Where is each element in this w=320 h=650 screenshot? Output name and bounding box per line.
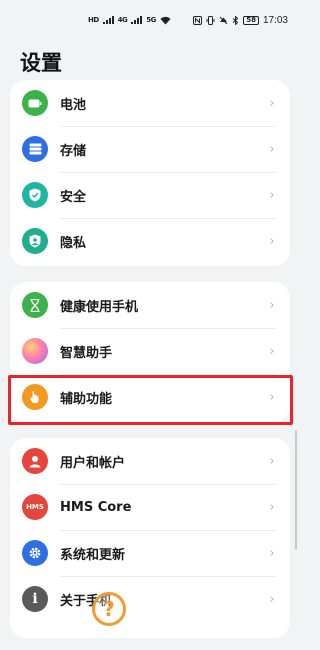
settings-item-label: 智慧助手 [60, 345, 113, 361]
help-button[interactable]: ? [92, 592, 126, 626]
chevron-right-icon: › [269, 297, 275, 313]
chevron-right-icon: › [269, 545, 275, 561]
status-left: HD 4G 5G [88, 16, 171, 25]
battery-icon [22, 90, 48, 116]
chevron-right-icon: › [269, 141, 275, 157]
status-right: 58 17:03 [193, 15, 288, 26]
storage-icon [22, 136, 48, 162]
settings-item-digital-balance[interactable]: 健康使用手机 › [10, 282, 290, 328]
settings-item-label: 安全 [60, 189, 87, 205]
settings-group-2: 健康使用手机 › 智慧助手 › 辅助功能 › [10, 282, 290, 422]
settings-item-storage[interactable]: 存储 › [10, 126, 290, 172]
chevron-right-icon: › [269, 95, 275, 111]
page-title: 设置 [20, 51, 62, 75]
mute-icon [219, 16, 228, 24]
chevron-right-icon: › [269, 453, 275, 469]
settings-item-system-update[interactable]: 系统和更新 › [10, 530, 290, 576]
settings-item-hms-core[interactable]: HMS HMS Core › [10, 484, 290, 530]
chevron-right-icon: › [269, 187, 275, 203]
bluetooth-icon [232, 15, 239, 25]
signal-icon [102, 16, 114, 24]
chevron-right-icon: › [269, 499, 275, 515]
settings-item-label: 系统和更新 [60, 547, 126, 563]
user-icon [22, 448, 48, 474]
settings-item-battery[interactable]: 电池 › [10, 80, 290, 126]
gear-icon [22, 540, 48, 566]
assistant-icon [22, 338, 48, 364]
settings-item-label: 健康使用手机 [60, 299, 139, 315]
hms-icon-text: HMS [26, 503, 44, 511]
settings-item-label: 电池 [60, 97, 87, 113]
settings-item-security[interactable]: 安全 › [10, 172, 290, 218]
battery-indicator: 58 [243, 15, 259, 25]
hand-icon [22, 384, 48, 410]
nfc-icon [193, 15, 203, 25]
settings-item-label: 隐私 [60, 235, 87, 251]
wifi-icon [160, 16, 171, 24]
hourglass-icon [22, 292, 48, 318]
settings-item-privacy[interactable]: 隐私 › [10, 218, 290, 264]
hms-icon: HMS [22, 494, 48, 520]
settings-group-3: 用户和帐户 › HMS HMS Core › 系统和更新 › i 关于手机 › [10, 438, 290, 638]
settings-item-label: 辅助功能 [60, 391, 113, 407]
vibrate-icon [206, 15, 215, 25]
chevron-right-icon: › [269, 389, 275, 405]
settings-item-users-accounts[interactable]: 用户和帐户 › [10, 438, 290, 484]
chevron-right-icon: › [269, 233, 275, 249]
status-bar: HD 4G 5G 58 17:03 [0, 0, 300, 40]
chevron-right-icon: › [269, 343, 275, 359]
settings-group-1: 电池 › 存储 › 安全 › 隐私 › [10, 80, 290, 266]
settings-item-label: HMS Core [60, 499, 132, 515]
settings-item-assistant[interactable]: 智慧助手 › [10, 328, 290, 374]
question-icon: ? [103, 597, 115, 621]
scrollbar[interactable] [295, 430, 297, 550]
hd-label: HD [88, 16, 99, 24]
network-5g-label: 5G [146, 16, 156, 24]
settings-item-label: 用户和帐户 [60, 455, 126, 471]
shield-icon [22, 182, 48, 208]
network-4g-label: 4G [117, 16, 128, 24]
signal-icon-2 [131, 16, 143, 24]
settings-item-accessibility[interactable]: 辅助功能 › [10, 374, 290, 420]
privacy-icon [22, 228, 48, 254]
info-icon: i [22, 586, 48, 612]
chevron-right-icon: › [269, 591, 275, 607]
settings-item-label: 存储 [60, 143, 87, 159]
clock: 17:03 [262, 14, 288, 26]
settings-item-about-phone[interactable]: i 关于手机 › [10, 576, 290, 622]
